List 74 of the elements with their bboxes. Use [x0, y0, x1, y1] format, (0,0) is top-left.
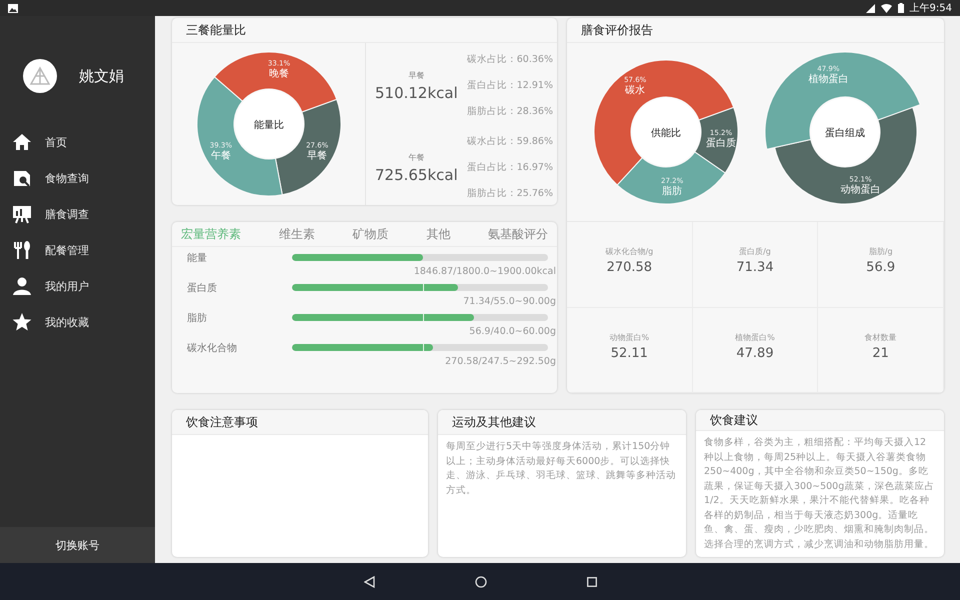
- stat-label: 植物蛋白%: [735, 332, 775, 342]
- stat-label: 动物蛋白%: [610, 332, 650, 342]
- card-title: 运动及其他建议: [438, 410, 686, 435]
- clock-time: 上午9:54: [910, 2, 952, 15]
- nutrient-name: 碳水化合物: [187, 342, 238, 355]
- battery-icon: [898, 3, 904, 13]
- stat-value: 56.9: [866, 260, 896, 275]
- nutrient-reading: 270.58/247.5~292.50g: [445, 356, 556, 367]
- meal-energy: 725.65kcal: [374, 166, 458, 184]
- card-title: 膳食评价报告: [567, 18, 944, 43]
- advice-text: 食物多样，谷类为主，粗细搭配：平均每天摄入12种以上食物，每周25种以上。每天摄入谷薯类食物250~400g，其中全谷物和杂豆类50~150g。多吃蔬果，保证每天摄入300~500g蔬菜，深色蔬菜应占1/2。天天吃新鲜水果，果汁不能代替鲜果。吃各种各样的奶制品，相当于每天液态奶300g。适量吃鱼、禽、蛋、瘦肉，少吃肥肉、烟熏和腌制肉制品。选择合理的烹调方式，减少烹调油和动物脂肪用量。: [703, 436, 936, 552]
- back-icon[interactable]: [364, 576, 374, 588]
- center-label: 蛋白组成: [824, 128, 865, 139]
- switch-account-button[interactable]: 切换账号: [0, 527, 155, 563]
- document-search-icon: [12, 168, 32, 188]
- stat-value: 47.89: [736, 346, 774, 360]
- signal-icon: [866, 4, 875, 12]
- menu-item[interactable]: 我的收藏: [0, 304, 155, 340]
- user-name: 姚文娟: [79, 66, 124, 86]
- home-icon: [12, 132, 32, 152]
- nutrient-ratio: 脂肪占比：25.76%: [466, 187, 553, 200]
- nutrient-reading: 71.34/55.0~90.00g: [463, 296, 556, 307]
- slice-label: 动物蛋白: [840, 184, 880, 196]
- stat-value: 270.58: [606, 260, 652, 275]
- advice-text: 每周至少进行5天中等强度身体活动，累计150分钟以上；主动身体活动最好每天6000步。可以选择快走、游泳、乒乓球、羽毛球、篮球、跳舞等多种活动方式。: [445, 440, 677, 498]
- card-title: 饮食注意事项: [172, 410, 428, 435]
- card-title: 饮食建议: [696, 410, 944, 431]
- nutrient-ratio: 碳水占比：60.36%: [466, 52, 553, 66]
- nutrient-ratio: 蛋白占比：16.97%: [466, 160, 553, 174]
- stat-value: 71.34: [736, 260, 774, 275]
- nutrient-reading: 56.9/40.0~60.00g: [469, 326, 556, 337]
- card-title: 三餐能量比: [172, 18, 557, 43]
- star-icon: [12, 312, 32, 332]
- stat-value: 52.11: [610, 346, 648, 360]
- user-icon: [12, 276, 32, 296]
- image-icon: [8, 4, 18, 12]
- wifi-icon: [880, 4, 892, 12]
- menu-item[interactable]: 食物查询: [0, 160, 155, 196]
- nutrient-ratio: 碳水占比：59.86%: [466, 134, 553, 148]
- nutrient-ratio: 脂肪占比：28.36%: [466, 105, 553, 118]
- meal-name: 午餐: [408, 152, 424, 162]
- donut-center: [234, 90, 302, 158]
- center-label: 能量比: [254, 120, 284, 131]
- donut-center: [632, 98, 700, 166]
- slice-label: 蛋白质: [706, 138, 736, 150]
- slice-label: 午餐: [210, 150, 230, 162]
- meal-energy: 510.12kcal: [374, 84, 458, 102]
- slice-label: 植物蛋白: [808, 74, 848, 85]
- logo-icon: [29, 66, 51, 86]
- stat-label: 食材数量: [864, 332, 897, 342]
- donut-center: [810, 98, 879, 166]
- slice-label: 早餐: [306, 150, 327, 162]
- menu-item[interactable]: 配餐管理: [0, 232, 155, 268]
- menu-item[interactable]: 我的用户: [0, 268, 155, 304]
- recents-icon[interactable]: [586, 576, 596, 586]
- stat-label: 脂肪/g: [868, 246, 893, 257]
- nutrient-reading: 1846.87/1800.0~1900.00kcal: [414, 266, 556, 277]
- nutrient-name: 脂肪: [187, 312, 208, 325]
- menu-item[interactable]: 首页: [0, 124, 155, 160]
- center-label: 供能比: [651, 128, 682, 139]
- slice-label: 晚餐: [268, 68, 289, 80]
- nutrient-ratio: 蛋白占比：12.91%: [466, 78, 553, 92]
- chart-board-icon: [12, 204, 32, 224]
- stat-label: 碳水化合物/g: [605, 246, 654, 257]
- fork-spoon-icon: [12, 240, 32, 260]
- meal-name: 早餐: [408, 70, 424, 80]
- stat-label: 蛋白质/g: [739, 246, 771, 257]
- stat-value: 21: [872, 346, 889, 360]
- nutrient-name: 蛋白质: [187, 282, 218, 295]
- home-button-icon[interactable]: [474, 576, 486, 588]
- menu-item[interactable]: 膳食调查: [0, 196, 155, 232]
- slice-label: 碳水: [625, 84, 646, 96]
- nutrient-name: 能量: [187, 252, 208, 265]
- slice-label: 脂肪: [662, 186, 682, 198]
